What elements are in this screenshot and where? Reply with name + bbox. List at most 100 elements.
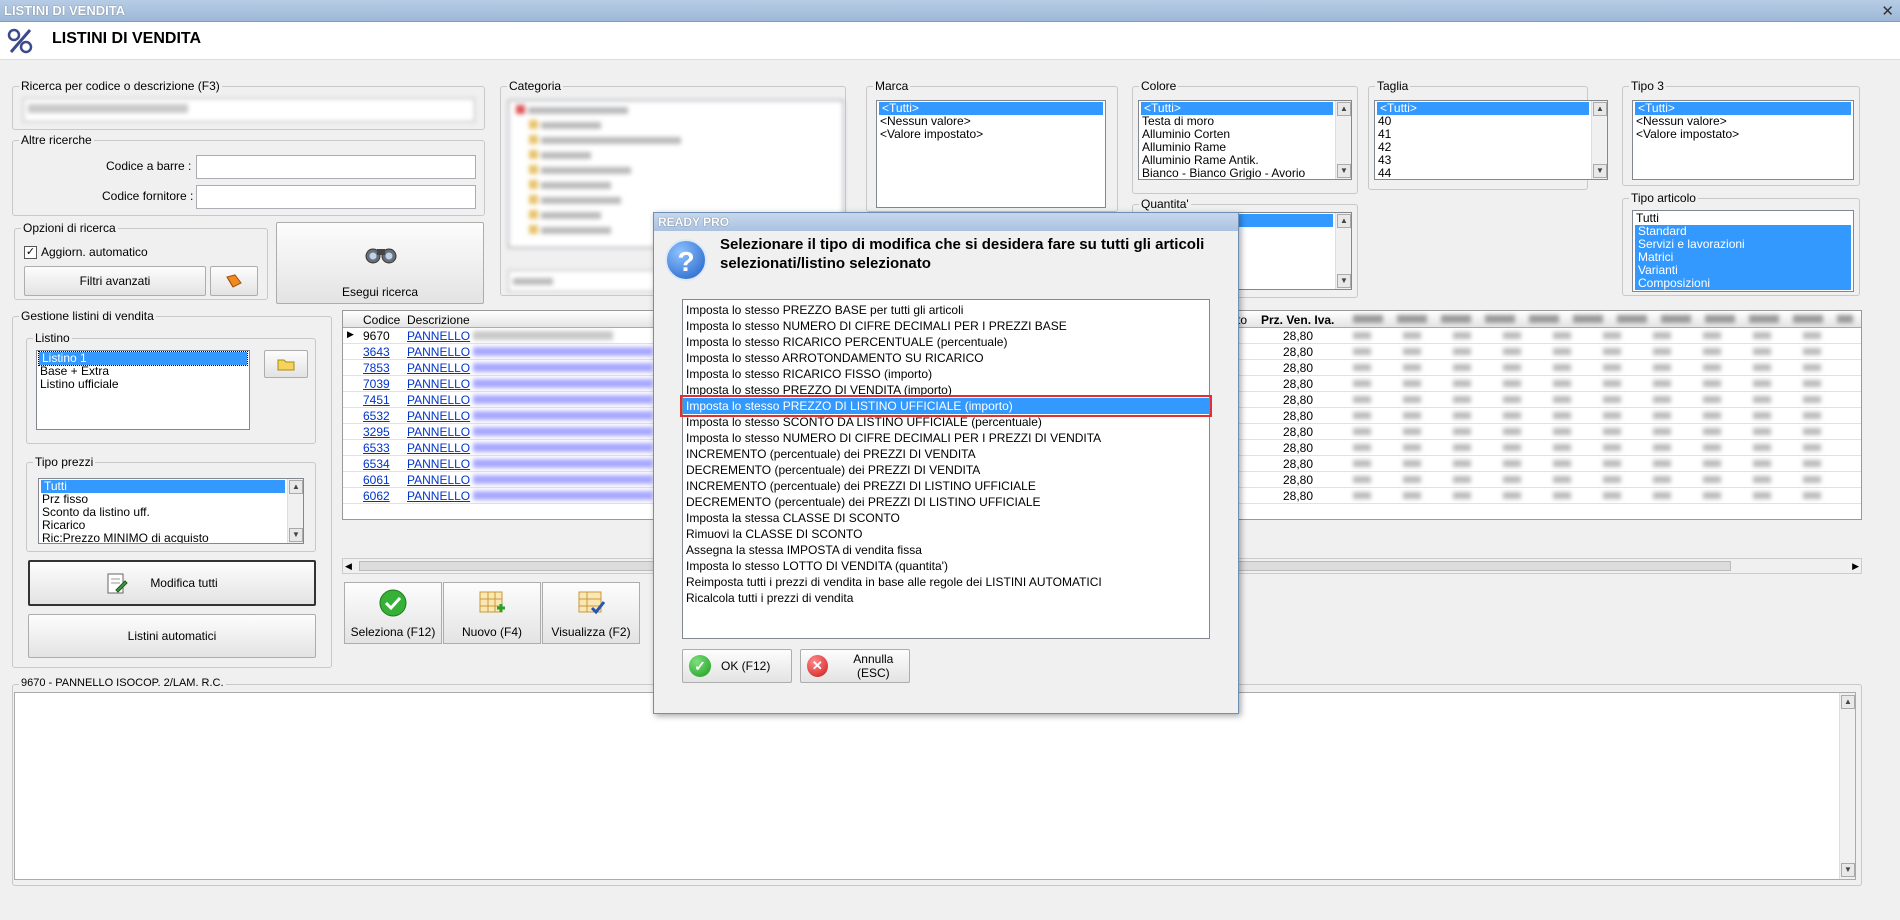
row-desc[interactable]: PANNELLO [407, 473, 654, 487]
row-desc-text[interactable]: PANNELLO [407, 329, 470, 343]
row-desc[interactable]: PANNELLO [407, 361, 654, 375]
nuovo-button[interactable]: Nuovo (F4) [443, 582, 541, 644]
listino-item[interactable]: Listino ufficiale [37, 378, 249, 391]
row-desc[interactable]: PANNELLO [407, 329, 614, 343]
option-item[interactable]: Rimuovi la CLASSE DI SCONTO [683, 526, 1209, 542]
option-item[interactable]: Imposta lo stesso NUMERO DI CIFRE DECIMA… [683, 318, 1209, 334]
advanced-filters-button[interactable]: Filtri avanzati [24, 266, 206, 296]
row-desc[interactable]: PANNELLO [407, 441, 654, 455]
taglia-item[interactable]: 40 [1375, 115, 1607, 128]
row-code[interactable]: 6062 [363, 489, 390, 503]
detail-scrollbar[interactable]: ▲ ▼ [1839, 693, 1855, 879]
row-desc[interactable]: PANNELLO [407, 393, 654, 407]
option-item[interactable]: Imposta lo stesso PREZZO BASE per tutti … [683, 302, 1209, 318]
scroll-left-icon[interactable]: ◀ [345, 561, 352, 572]
option-item[interactable]: Ricalcola tutti i prezzi di vendita [683, 590, 1209, 606]
option-item[interactable]: Imposta lo stesso NUMERO DI CIFRE DECIMA… [683, 430, 1209, 446]
tipo3-item[interactable]: <Valore impostato> [1633, 128, 1853, 141]
row-code[interactable]: 7451 [363, 393, 390, 407]
row-desc-text[interactable]: PANNELLO [407, 361, 470, 375]
row-desc[interactable]: PANNELLO [407, 425, 654, 439]
scroll-up-icon[interactable]: ▲ [1337, 214, 1351, 228]
row-code[interactable]: 3643 [363, 345, 390, 359]
taglia-item[interactable]: 41 [1375, 128, 1607, 141]
option-item[interactable]: DECREMENTO (percentuale) dei PREZZI DI L… [683, 494, 1209, 510]
taglia-item[interactable]: <Tutti> [1377, 102, 1589, 115]
run-search-button[interactable]: Esegui ricerca [276, 222, 484, 304]
tipo-prezzi-list[interactable]: Tutti Prz fisso Sconto da listino uff. R… [38, 478, 304, 544]
clear-filters-button[interactable] [210, 266, 258, 296]
taglia-item[interactable]: 42 [1375, 141, 1607, 154]
cancel-button[interactable]: ✕ Annulla (ESC) [800, 649, 910, 683]
visualizza-button[interactable]: Visualizza (F2) [542, 582, 640, 644]
tipo-prezzi-scrollbar[interactable]: ▲ ▼ [287, 479, 303, 543]
row-desc-text[interactable]: PANNELLO [407, 457, 470, 471]
seleziona-button[interactable]: Seleziona (F12) [344, 582, 442, 644]
barcode-input[interactable] [196, 155, 476, 179]
row-code[interactable]: 6534 [363, 457, 390, 471]
colore-list[interactable]: <Tutti> Testa di moro Alluminio Corten A… [1138, 100, 1352, 180]
option-item[interactable]: Assegna la stessa IMPOSTA di vendita fis… [683, 542, 1209, 558]
option-item[interactable]: DECREMENTO (percentuale) dei PREZZI DI V… [683, 462, 1209, 478]
option-item[interactable]: Imposta lo stesso RICARICO PERCENTUALE (… [683, 334, 1209, 350]
close-icon[interactable]: ✕ [1881, 2, 1894, 20]
option-item[interactable]: Imposta lo stesso RICARICO FISSO (import… [683, 366, 1209, 382]
auto-update-checkbox[interactable]: ✓ Aggiorn. automatico [24, 245, 148, 260]
quantita-scrollbar[interactable]: ▲ ▼ [1335, 213, 1351, 289]
options-list[interactable]: Imposta lo stesso PREZZO BASE per tutti … [680, 299, 1212, 639]
row-desc-text[interactable]: PANNELLO [407, 345, 470, 359]
open-listino-button[interactable] [264, 350, 308, 378]
row-desc[interactable]: PANNELLO [407, 345, 654, 359]
scroll-up-icon[interactable]: ▲ [289, 480, 303, 494]
option-item[interactable]: Reimposta tutti i prezzi di vendita in b… [683, 574, 1209, 590]
scroll-up-icon[interactable]: ▲ [1337, 102, 1351, 116]
row-code[interactable]: 6533 [363, 441, 390, 455]
option-item[interactable]: Imposta lo stesso LOTTO DI VENDITA (quan… [683, 558, 1209, 574]
row-desc[interactable]: PANNELLO [407, 489, 654, 503]
taglia-item[interactable]: 43 [1375, 154, 1607, 167]
option-item[interactable]: Imposta lo stesso PREZZO DI LISTINO UFFI… [680, 395, 1212, 417]
marca-item[interactable]: <Valore impostato> [877, 128, 1105, 141]
colore-item[interactable]: Bianco - Bianco Grigio - Avorio [1139, 167, 1351, 180]
scroll-down-icon[interactable]: ▼ [1337, 164, 1351, 178]
taglia-list[interactable]: <Tutti> 40 41 42 43 44 ▲ ▼ [1374, 100, 1608, 180]
marca-list[interactable]: <Tutti> <Nessun valore> <Valore impostat… [876, 100, 1106, 208]
tipo-articolo-list[interactable]: Tutti Standard Servizi e lavorazioni Mat… [1632, 210, 1854, 292]
search-input[interactable] [23, 98, 475, 122]
taglia-scrollbar[interactable]: ▲ ▼ [1591, 101, 1607, 179]
scroll-up-icon[interactable]: ▲ [1841, 695, 1855, 709]
scroll-right-icon[interactable]: ▶ [1852, 561, 1859, 572]
option-item[interactable]: Imposta lo stesso SCONTO DA LISTINO UFFI… [683, 414, 1209, 430]
row-desc[interactable]: PANNELLO [407, 409, 654, 423]
tipo-articolo-item[interactable]: Composizioni [1635, 277, 1851, 290]
supplier-code-input[interactable] [196, 185, 476, 209]
row-desc[interactable]: PANNELLO [407, 457, 654, 471]
col-descrizione-header[interactable]: Descrizione [407, 313, 470, 327]
listino-list[interactable]: Listino 1 Base + Extra Listino ufficiale [36, 350, 250, 430]
detail-textarea[interactable]: ▲ ▼ [14, 692, 1856, 880]
option-item[interactable]: Imposta lo stesso PREZZO DI VENDITA (imp… [683, 382, 1209, 398]
scroll-up-icon[interactable]: ▲ [1593, 102, 1607, 116]
scroll-down-icon[interactable]: ▼ [289, 528, 303, 542]
row-desc[interactable]: PANNELLO [407, 377, 654, 391]
scroll-down-icon[interactable]: ▼ [1841, 863, 1855, 877]
modifica-tutti-button[interactable]: Modifica tutti [28, 560, 316, 606]
row-desc-text[interactable]: PANNELLO [407, 409, 470, 423]
row-desc-text[interactable]: PANNELLO [407, 489, 470, 503]
colore-scrollbar[interactable]: ▲ ▼ [1335, 101, 1351, 179]
scroll-down-icon[interactable]: ▼ [1593, 164, 1607, 178]
scroll-down-icon[interactable]: ▼ [1337, 274, 1351, 288]
option-item[interactable]: Imposta la stessa CLASSE DI SCONTO [683, 510, 1209, 526]
taglia-item[interactable]: 44 [1375, 167, 1607, 180]
option-item[interactable]: Imposta lo stesso ARROTONDAMENTO SU RICA… [683, 350, 1209, 366]
row-desc-text[interactable]: PANNELLO [407, 425, 470, 439]
ok-button[interactable]: ✓ OK (F12) [682, 649, 792, 683]
col-codice-header[interactable]: Codice [363, 313, 400, 327]
col-price-header[interactable]: Prz. Ven. Iva. [1261, 313, 1334, 327]
option-item[interactable]: INCREMENTO (percentuale) dei PREZZI DI L… [683, 478, 1209, 494]
row-code[interactable]: 6061 [363, 473, 390, 487]
row-code[interactable]: 9670 [363, 329, 390, 343]
row-code[interactable]: 7039 [363, 377, 390, 391]
row-code[interactable]: 6532 [363, 409, 390, 423]
listini-automatici-button[interactable]: Listini automatici [28, 614, 316, 658]
